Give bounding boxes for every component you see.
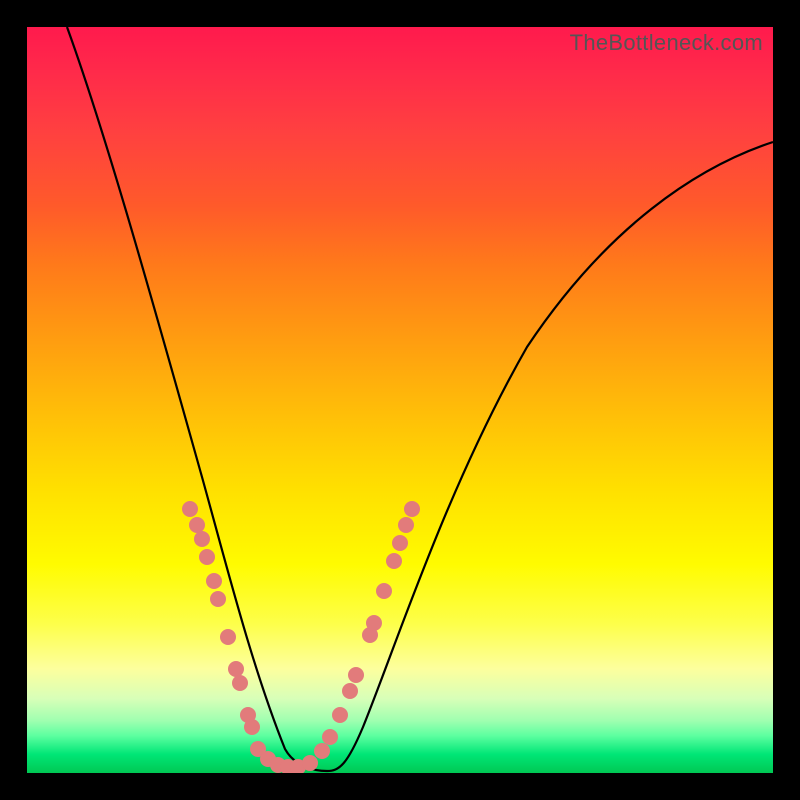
data-bead <box>398 517 414 533</box>
data-bead <box>244 719 260 735</box>
data-bead <box>194 531 210 547</box>
data-bead <box>404 501 420 517</box>
chart-plot-area: TheBottleneck.com <box>27 27 773 773</box>
beads-group <box>182 501 420 773</box>
curve-group <box>67 27 773 771</box>
data-bead <box>314 743 330 759</box>
data-bead <box>366 615 382 631</box>
data-bead <box>210 591 226 607</box>
data-bead <box>376 583 392 599</box>
data-bead <box>206 573 222 589</box>
data-bead <box>199 549 215 565</box>
data-bead <box>228 661 244 677</box>
watermark-text: TheBottleneck.com <box>570 30 763 56</box>
data-bead <box>232 675 248 691</box>
data-bead <box>392 535 408 551</box>
data-bead <box>342 683 358 699</box>
data-bead <box>348 667 364 683</box>
data-bead <box>220 629 236 645</box>
data-bead <box>189 517 205 533</box>
data-bead <box>386 553 402 569</box>
data-bead <box>322 729 338 745</box>
chart-svg <box>27 27 773 773</box>
curve-left-arm <box>67 27 327 771</box>
chart-frame: TheBottleneck.com <box>0 0 800 800</box>
data-bead <box>332 707 348 723</box>
data-bead <box>182 501 198 517</box>
curve-right-arm <box>327 142 773 771</box>
data-bead <box>302 755 318 771</box>
